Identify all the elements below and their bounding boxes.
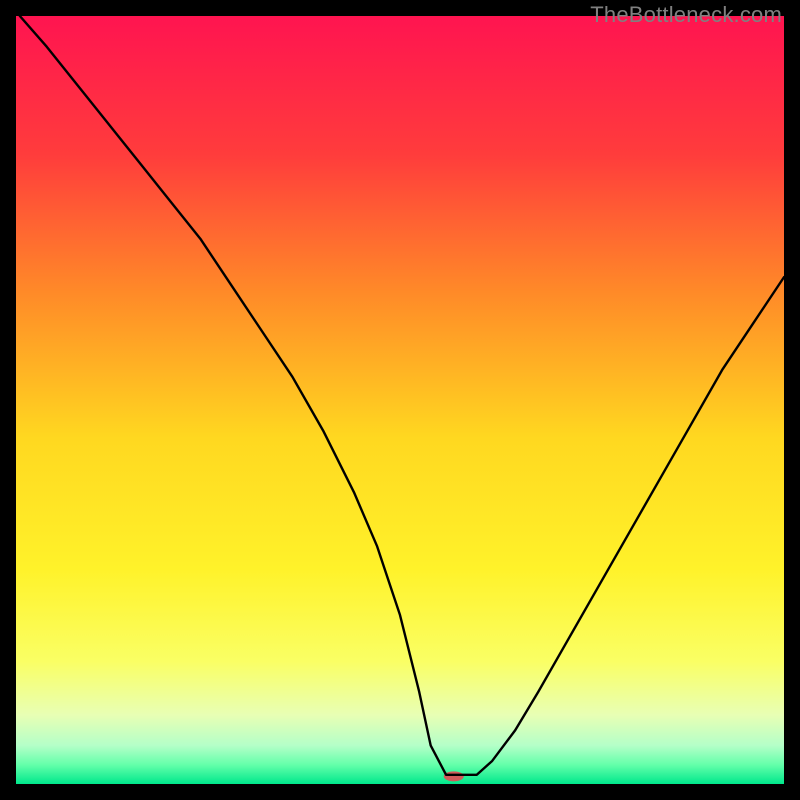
optimal-point-marker	[444, 771, 464, 781]
bottleneck-chart	[16, 16, 784, 784]
marker-layer	[444, 771, 464, 781]
gradient-background	[16, 16, 784, 784]
watermark-text: TheBottleneck.com	[590, 2, 782, 28]
plot-area	[16, 16, 784, 784]
chart-frame: TheBottleneck.com	[0, 0, 800, 800]
